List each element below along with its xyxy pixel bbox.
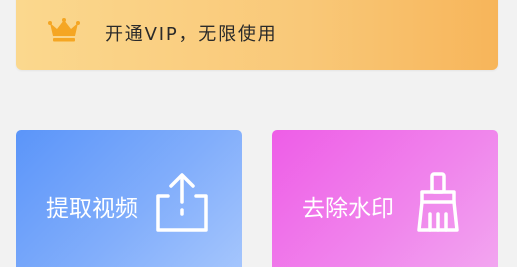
page: 开通VIP，无限使用 提取视频 去除水印	[0, 0, 517, 267]
crown-icon	[48, 18, 80, 42]
upload-icon	[156, 173, 208, 232]
brush-icon	[417, 172, 459, 232]
remove-watermark-card[interactable]: 去除水印	[272, 130, 498, 267]
remove-watermark-label: 去除水印	[302, 196, 394, 222]
extract-video-label: 提取视频	[46, 196, 138, 222]
vip-banner[interactable]: 开通VIP，无限使用	[16, 0, 498, 70]
vip-banner-text: 开通VIP，无限使用	[105, 24, 278, 45]
extract-video-card[interactable]: 提取视频	[16, 130, 242, 267]
